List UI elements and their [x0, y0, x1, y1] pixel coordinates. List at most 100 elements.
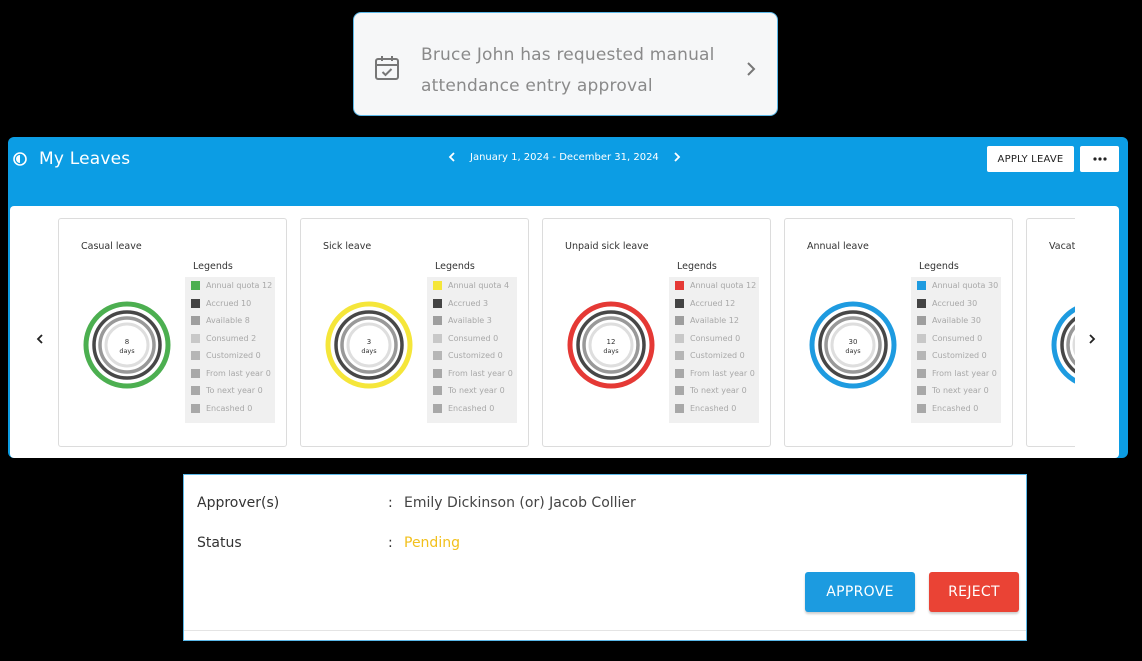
legend-swatch — [917, 351, 926, 361]
apply-leave-button[interactable]: APPLY LEAVE — [987, 146, 1074, 172]
legend-swatch — [191, 281, 200, 291]
my-leaves-panel: My Leaves January 1, 2024 - December 31,… — [8, 137, 1128, 458]
legend-item: From last year 0 — [185, 365, 275, 383]
legend-label: Encashed 0 — [932, 403, 979, 413]
legend-swatch — [917, 333, 926, 343]
leave-ring-chart — [1051, 306, 1075, 384]
more-dots-icon — [1092, 157, 1107, 161]
legend-label: Customized 0 — [690, 351, 745, 361]
notification-card[interactable]: Bruce John has requested manual attendan… — [353, 12, 778, 116]
legend-swatch — [675, 368, 684, 378]
leave-card[interactable]: Casual leave Legends 8 days Annual quota 12 A… — [58, 218, 287, 447]
legend-label: Customized 0 — [932, 351, 987, 361]
days-unit: days — [119, 347, 135, 355]
legend-swatch — [191, 316, 200, 326]
legend-item: Customized 0 — [911, 347, 1001, 365]
legend-label: Annual quota 12 — [690, 281, 757, 291]
leave-card[interactable]: Annual leave Legends 30 days Annual quota 30… — [784, 218, 1013, 447]
status-colon: : — [388, 535, 393, 551]
leave-card[interactable]: Vacation — [1026, 218, 1075, 447]
days-value: 3 — [367, 338, 371, 346]
legend-swatch — [433, 298, 442, 308]
legend-swatch — [191, 386, 200, 396]
legend-swatch — [917, 386, 926, 396]
legend-item: Annual quota 12 — [669, 277, 759, 295]
legend-swatch — [191, 368, 200, 378]
leave-card[interactable]: Sick leave Legends 3 days Annual quota 4 Accr… — [300, 218, 529, 447]
leave-card-title: Sick leave — [323, 241, 372, 252]
legend-swatch — [433, 351, 442, 361]
legend-item: Encashed 0 — [185, 400, 275, 418]
legend-swatch — [917, 281, 926, 291]
status-label: Status — [197, 535, 242, 551]
legend-label: Annual quota 12 — [206, 281, 273, 291]
legend-label: Consumed 0 — [932, 333, 983, 343]
date-range-nav: January 1, 2024 - December 31, 2024 — [448, 151, 681, 163]
prev-period-icon[interactable] — [448, 151, 456, 163]
legend-label: Accrued 3 — [448, 298, 489, 308]
legend-label: Customized 0 — [206, 351, 261, 361]
divider — [184, 630, 1026, 631]
days-unit: days — [845, 347, 861, 355]
legend-label: Consumed 2 — [206, 333, 257, 343]
legend-label: To next year 0 — [932, 386, 989, 396]
days-unit: days — [361, 347, 377, 355]
reject-button[interactable]: REJECT — [929, 572, 1019, 612]
legend-item: Accrued 10 — [185, 295, 275, 313]
status-value: Pending — [404, 535, 460, 551]
approver-label: Approver(s) — [197, 495, 280, 511]
legend-label: To next year 0 — [206, 386, 263, 396]
legend-item: Consumed 0 — [669, 330, 759, 348]
legend-list: Annual quota 4 Accrued 3 Available 3 Consum… — [427, 277, 517, 423]
leave-ring-chart: 3days — [325, 301, 413, 389]
legend-item: Encashed 0 — [669, 400, 759, 418]
leave-card-title: Annual leave — [807, 241, 869, 252]
legend-item: Consumed 2 — [185, 330, 275, 348]
legend-heading: Legends — [193, 261, 233, 272]
legend-label: Encashed 0 — [206, 403, 253, 413]
chevron-right-icon[interactable] — [745, 60, 757, 78]
legend-item: From last year 0 — [669, 365, 759, 383]
legend-swatch — [675, 403, 684, 413]
date-range-text: January 1, 2024 - December 31, 2024 — [470, 151, 659, 163]
leave-card[interactable]: Unpaid sick leave Legends 12 days Annual quo… — [542, 218, 771, 447]
legend-label: Consumed 0 — [448, 333, 499, 343]
legend-item: Encashed 0 — [427, 400, 517, 418]
legend-item: Accrued 3 — [427, 295, 517, 313]
approval-panel: Approver(s) : Emily Dickinson (or) Jacob… — [183, 474, 1027, 641]
legend-label: From last year 0 — [448, 368, 513, 378]
panel-title: My Leaves — [39, 149, 131, 169]
legend-item: To next year 0 — [185, 382, 275, 400]
leave-card-title: Casual leave — [81, 241, 142, 252]
legend-label: Available 8 — [206, 316, 250, 326]
legend-label: Available 12 — [690, 316, 739, 326]
next-period-icon[interactable] — [673, 151, 681, 163]
legend-swatch — [433, 368, 442, 378]
approver-colon: : — [388, 495, 393, 511]
legend-item: From last year 0 — [911, 365, 1001, 383]
legend-swatch — [675, 333, 684, 343]
legend-heading: Legends — [677, 261, 717, 272]
days-value: 12 — [607, 338, 616, 346]
legend-list: Annual quota 12 Accrued 12 Available 12 Con… — [669, 277, 759, 423]
approve-button[interactable]: APPROVE — [805, 572, 915, 612]
legend-swatch — [917, 298, 926, 308]
legend-item: Available 30 — [911, 312, 1001, 330]
legend-item: Annual quota 4 — [427, 277, 517, 295]
legend-item: Customized 0 — [427, 347, 517, 365]
legend-swatch — [675, 298, 684, 308]
legend-item: Consumed 0 — [911, 330, 1001, 348]
legend-item: Customized 0 — [669, 347, 759, 365]
legend-item: Encashed 0 — [911, 400, 1001, 418]
leave-ring-chart: 12days — [567, 301, 655, 389]
carousel-prev-icon[interactable] — [36, 333, 44, 345]
carousel-next-icon[interactable] — [1088, 333, 1096, 345]
more-options-button[interactable] — [1080, 146, 1119, 172]
legend-swatch — [191, 333, 200, 343]
legend-label: Accrued 30 — [932, 298, 978, 308]
legend-swatch — [191, 351, 200, 361]
legend-label: Available 30 — [932, 316, 981, 326]
legend-item: Consumed 0 — [427, 330, 517, 348]
legend-swatch — [433, 386, 442, 396]
legend-label: To next year 0 — [448, 386, 505, 396]
